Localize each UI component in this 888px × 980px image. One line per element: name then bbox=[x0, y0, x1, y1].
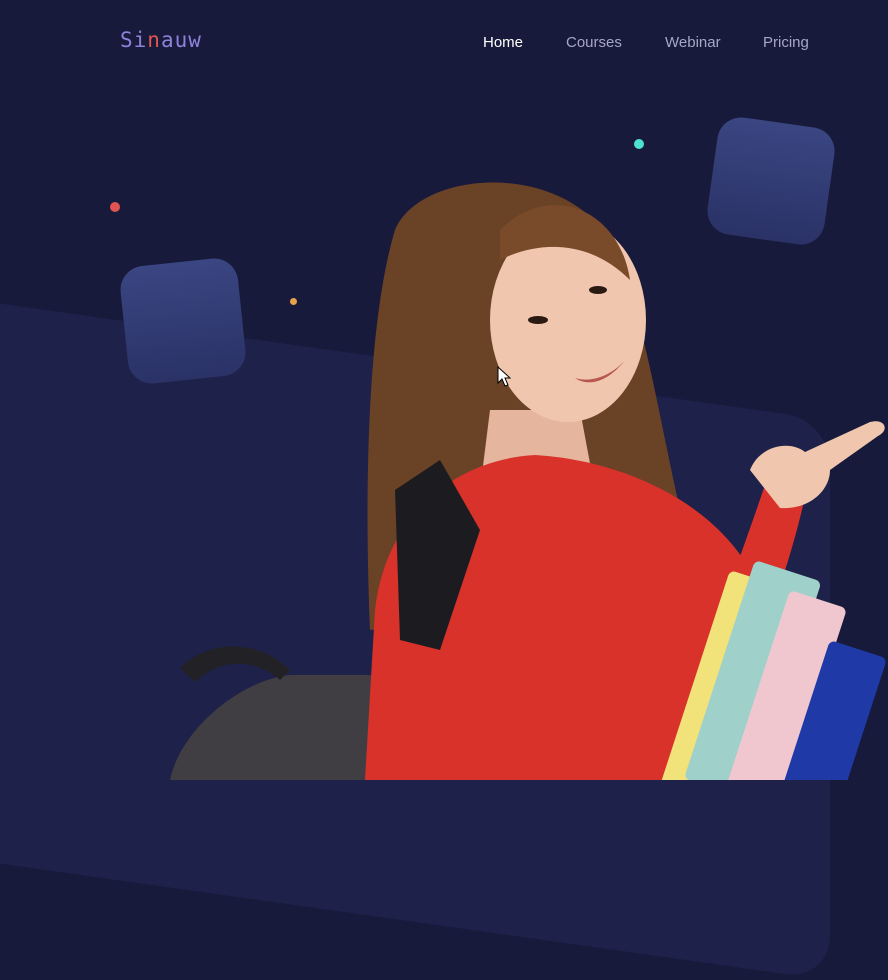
mouse-cursor-icon bbox=[497, 366, 511, 387]
eye-right bbox=[589, 286, 607, 294]
backpack-handle bbox=[180, 646, 290, 682]
nav-courses[interactable]: Courses bbox=[566, 34, 622, 51]
hero-student-image bbox=[170, 182, 886, 780]
pointing-hand bbox=[750, 421, 885, 509]
decorative-dot-red bbox=[110, 202, 120, 212]
nav-webinar[interactable]: Webinar bbox=[665, 34, 721, 51]
eye-left bbox=[528, 316, 548, 324]
decorative-dot-teal bbox=[634, 139, 644, 149]
main-nav: Home Courses Webinar Pricing bbox=[0, 34, 888, 54]
backpack-shape bbox=[170, 675, 400, 780]
nav-home[interactable]: Home bbox=[483, 34, 523, 51]
nav-pricing[interactable]: Pricing bbox=[763, 34, 809, 51]
